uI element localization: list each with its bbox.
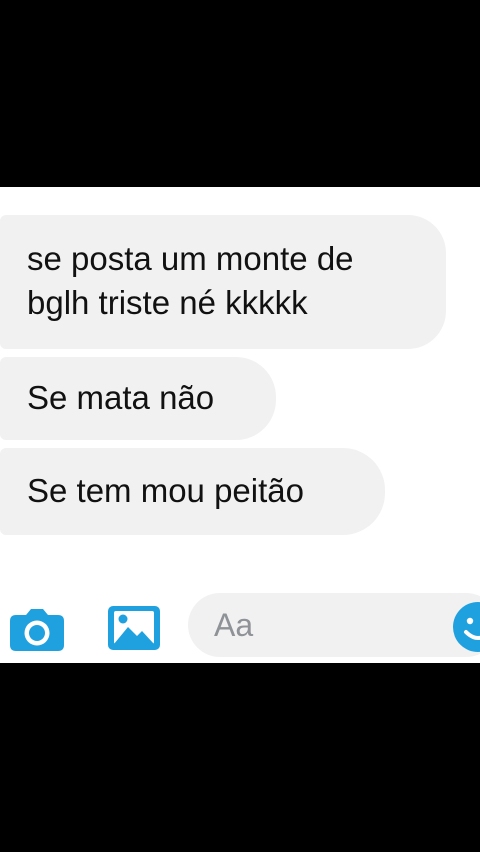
screenshot-frame: se posta um monte de bglh triste né kkkk… <box>0 0 480 852</box>
message-bubble: Se mata não <box>0 357 276 440</box>
message-input[interactable]: Aa <box>188 593 480 657</box>
camera-icon[interactable] <box>9 605 65 651</box>
message-bubble: Se tem mou peitão <box>0 448 385 535</box>
message-bubble: se posta um monte de bglh triste né kkkk… <box>0 215 446 349</box>
message-composer: Aa <box>0 583 480 663</box>
input-placeholder: Aa <box>214 607 254 643</box>
chat-panel: se posta um monte de bglh triste né kkkk… <box>0 187 480 663</box>
image-icon[interactable] <box>107 605 161 651</box>
emoji-icon[interactable] <box>452 601 480 653</box>
